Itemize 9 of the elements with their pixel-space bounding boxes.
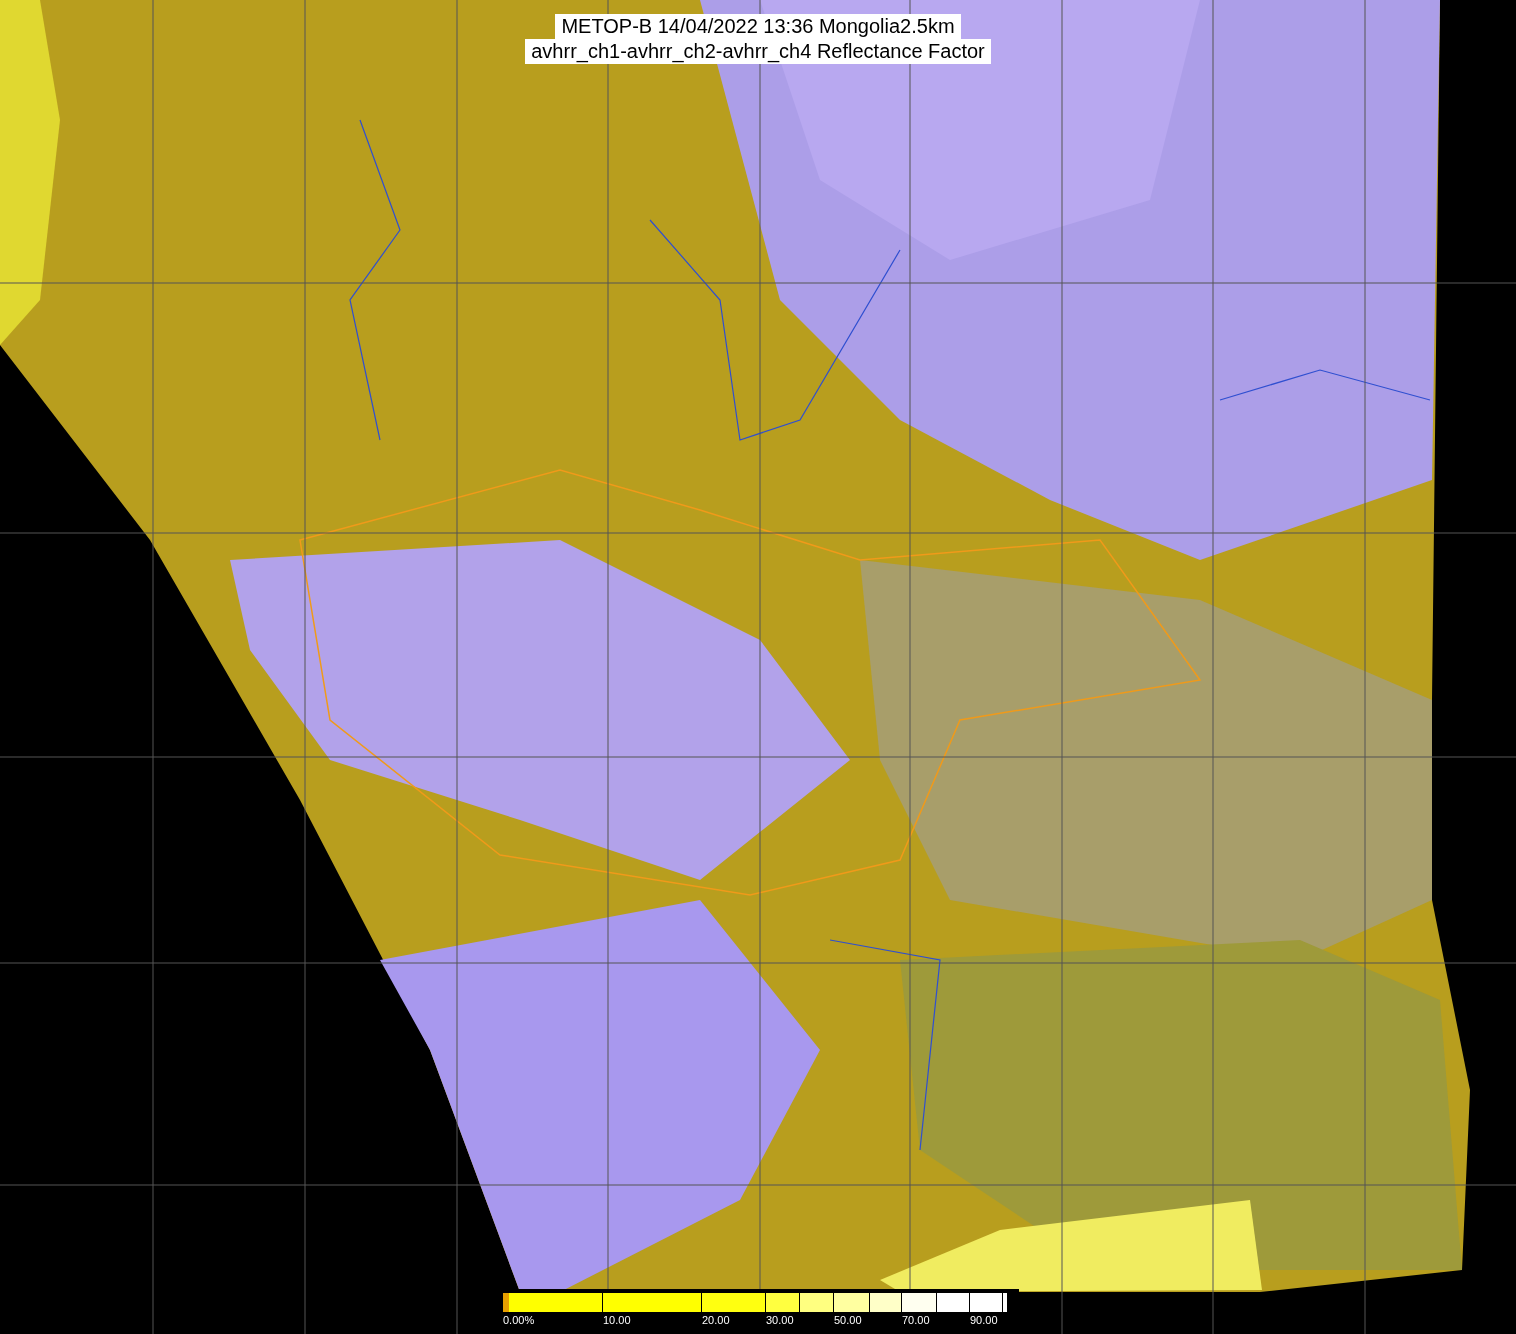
map-title: avhrr_ch1-avhrr_ch2-avhrr_ch4 Reflectance Factor — [525, 39, 991, 64]
map-title: METOP-B 14/04/2022 13:36 Mongolia2.5km — [555, 14, 961, 39]
scale-label: 50.00 — [834, 1313, 862, 1327]
scale-label: 20.00 — [702, 1313, 730, 1327]
scale-label: 90.00 — [970, 1313, 998, 1327]
scale-label: 0.00% — [503, 1313, 535, 1327]
scale-label: 70.00 — [902, 1313, 930, 1327]
scale-label: 10.00 — [603, 1313, 631, 1327]
scale-label: 30.00 — [766, 1313, 794, 1327]
